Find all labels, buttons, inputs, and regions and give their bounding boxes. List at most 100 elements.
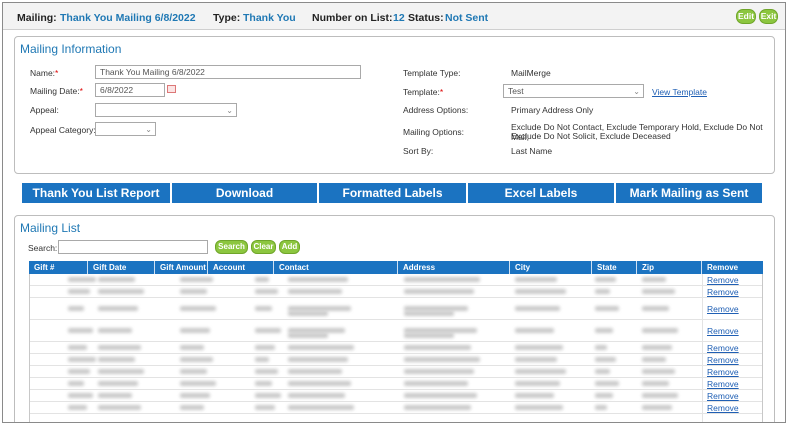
table-row: Remove (30, 354, 762, 366)
mark-mailing-as-sent-button[interactable]: Mark Mailing as Sent (616, 183, 762, 203)
redacted-cell (68, 405, 87, 410)
column-header-city[interactable]: City (509, 261, 530, 274)
redacted-cell (180, 277, 213, 282)
redacted-cell (642, 369, 675, 374)
redacted-cell (255, 345, 275, 350)
redacted-cell (68, 289, 90, 294)
remove-link[interactable]: Remove (707, 403, 739, 413)
name-label: Name:* (30, 68, 59, 78)
redacted-cell (642, 345, 672, 350)
table-row: Remove (30, 274, 762, 286)
column-header-gift-amount[interactable]: Gift Amount (154, 261, 206, 274)
remove-link[interactable]: Remove (707, 367, 739, 377)
redacted-cell (98, 277, 135, 282)
redacted-cell (642, 357, 666, 362)
redacted-cell (404, 277, 480, 282)
search-input[interactable] (58, 240, 208, 254)
excel-labels-button[interactable]: Excel Labels (468, 183, 614, 203)
mailing-information-panel: Mailing Information Name:* Thank You Mai… (14, 36, 775, 174)
redacted-cell (255, 357, 269, 362)
column-header-account[interactable]: Account (207, 261, 245, 274)
redacted-cell (288, 405, 354, 410)
download-button[interactable]: Download (172, 183, 317, 203)
redacted-cell (515, 289, 566, 294)
search-button[interactable]: Search (215, 240, 248, 254)
column-header-zip[interactable]: Zip (636, 261, 654, 274)
redacted-cell (98, 306, 138, 311)
remove-link[interactable]: Remove (707, 326, 739, 336)
redacted-cell (98, 357, 135, 362)
chevron-down-icon: ⌄ (633, 87, 640, 96)
table-row: Remove (30, 378, 762, 390)
remove-link[interactable]: Remove (707, 304, 739, 314)
redacted-cell (288, 357, 348, 362)
remove-link[interactable]: Remove (707, 379, 739, 389)
clear-button[interactable]: Clear (251, 240, 276, 254)
appeal-category-select[interactable]: ⌄ (95, 122, 156, 136)
redacted-cell (288, 369, 342, 374)
redacted-cell (642, 306, 669, 311)
mailing-header-bar: Mailing: Thank You Mailing 6/8/2022 Type… (3, 3, 785, 30)
column-header-address[interactable]: Address (397, 261, 435, 274)
redacted-cell (515, 357, 557, 362)
add-button[interactable]: Add (279, 240, 300, 254)
redacted-cell (180, 381, 216, 386)
redacted-cell (180, 328, 210, 333)
mailing-date-label: Mailing Date:* (30, 86, 83, 96)
column-header-gift-number[interactable]: Gift # (29, 261, 54, 274)
redacted-cell (595, 277, 616, 282)
redacted-cell (180, 306, 216, 311)
thank-you-list-report-button[interactable]: Thank You List Report (22, 183, 170, 203)
redacted-cell (404, 345, 471, 350)
redacted-cell (255, 289, 278, 294)
redacted-cell (404, 381, 468, 386)
type-value: Thank You (243, 12, 296, 24)
table-row: Remove (30, 402, 762, 414)
mailing-list-title: Mailing List (20, 221, 81, 235)
count-label: Number on List: (312, 12, 393, 24)
view-template-link[interactable]: View Template (652, 87, 707, 97)
redacted-cell (288, 277, 348, 282)
appeal-select[interactable]: ⌄ (95, 103, 237, 117)
column-header-contact[interactable]: Contact (273, 261, 309, 274)
template-select[interactable]: Test ⌄ (503, 84, 644, 98)
redacted-cell (68, 277, 96, 282)
exit-button[interactable]: Exit (759, 9, 778, 24)
mailing-date-input[interactable]: 6/8/2022 (95, 83, 165, 97)
redacted-cell (255, 369, 278, 374)
column-header-state[interactable]: State (591, 261, 617, 274)
redacted-cell (255, 306, 272, 311)
app-window: Mailing: Thank You Mailing 6/8/2022 Type… (2, 2, 786, 423)
remove-link[interactable]: Remove (707, 287, 739, 297)
edit-button[interactable]: Edit (736, 9, 756, 24)
redacted-cell (404, 289, 474, 294)
redacted-cell (404, 357, 480, 362)
redacted-cell (68, 306, 84, 311)
remove-link[interactable]: Remove (707, 355, 739, 365)
redacted-cell (515, 306, 560, 311)
redacted-cell (98, 405, 141, 410)
column-header-gift-date[interactable]: Gift Date (87, 261, 126, 274)
redacted-cell (404, 311, 454, 316)
sort-by-value: Last Name (511, 146, 553, 156)
table-row: Remove (30, 366, 762, 378)
calendar-icon[interactable] (167, 85, 176, 93)
redacted-cell (68, 357, 96, 362)
remove-link[interactable]: Remove (707, 391, 739, 401)
redacted-cell (98, 345, 141, 350)
name-input[interactable]: Thank You Mailing 6/8/2022 (95, 65, 361, 79)
redacted-cell (515, 393, 554, 398)
chevron-down-icon: ⌄ (145, 125, 152, 134)
redacted-cell (98, 289, 144, 294)
remove-link[interactable]: Remove (707, 275, 739, 285)
remove-link[interactable]: Remove (707, 343, 739, 353)
redacted-cell (642, 277, 666, 282)
redacted-cell (68, 393, 93, 398)
redacted-cell (288, 393, 345, 398)
redacted-cell (288, 333, 328, 338)
formatted-labels-button[interactable]: Formatted Labels (319, 183, 466, 203)
redacted-cell (595, 369, 610, 374)
mailing-information-title: Mailing Information (20, 42, 122, 56)
redacted-cell (595, 328, 613, 333)
mailing-label: Mailing: (17, 12, 57, 24)
